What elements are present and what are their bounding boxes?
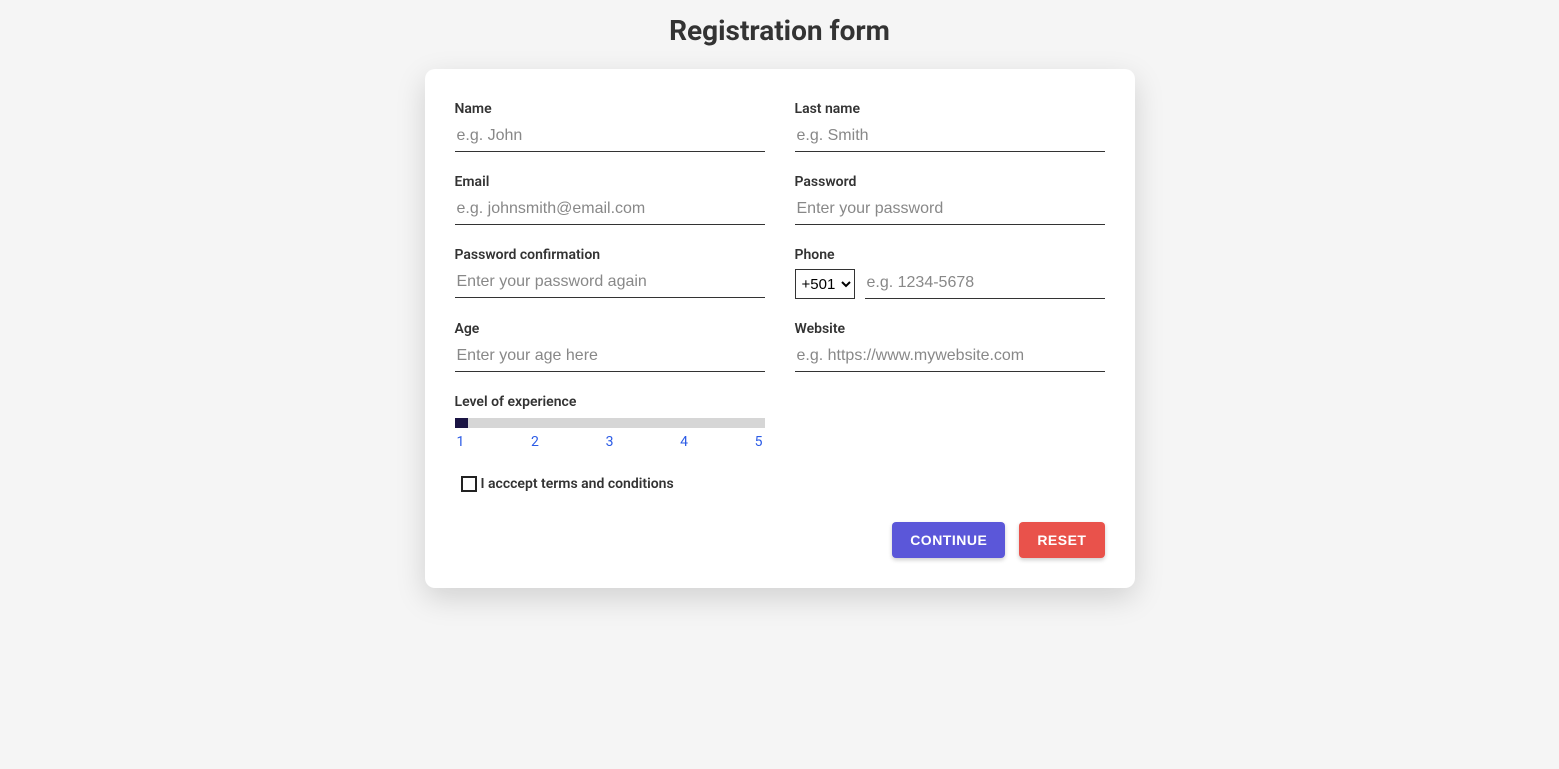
button-row: CONTINUE RESET [455,522,1105,558]
age-input[interactable] [455,343,765,372]
age-label: Age [455,321,765,337]
page-title: Registration form [0,0,1559,61]
experience-slider-labels: 1 2 3 4 5 [455,434,765,450]
terms-checkbox-row: I acccept terms and conditions [455,476,1105,492]
slider-tick: 5 [755,434,763,450]
password-label: Password [795,174,1105,190]
experience-label: Level of experience [455,394,765,410]
password-input[interactable] [795,196,1105,225]
website-input[interactable] [795,343,1105,372]
password-field-group: Password [795,174,1105,225]
terms-checkbox[interactable] [461,476,477,492]
experience-field-group: Level of experience 1 2 3 4 5 [455,394,765,450]
last-name-field-group: Last name [795,101,1105,152]
registration-form-card: Name Last name Email Password Password c… [425,69,1135,588]
password-confirm-field-group: Password confirmation [455,247,765,299]
email-label: Email [455,174,765,190]
name-label: Name [455,101,765,117]
password-confirm-label: Password confirmation [455,247,765,263]
slider-tick: 4 [680,434,688,450]
slider-tick: 2 [531,434,539,450]
phone-country-code-select[interactable]: +501 [795,269,855,299]
website-field-group: Website [795,321,1105,372]
continue-button[interactable]: CONTINUE [892,522,1005,558]
phone-number-input[interactable] [865,270,1105,299]
password-confirm-input[interactable] [455,269,765,298]
reset-button[interactable]: RESET [1019,522,1104,558]
website-label: Website [795,321,1105,337]
experience-slider[interactable] [455,418,765,428]
email-field-group: Email [455,174,765,225]
name-input[interactable] [455,123,765,152]
phone-label: Phone [795,247,1105,263]
slider-tick: 1 [457,434,465,450]
last-name-input[interactable] [795,123,1105,152]
phone-field-group: Phone +501 [795,247,1105,299]
last-name-label: Last name [795,101,1105,117]
slider-tick: 3 [606,434,614,450]
name-field-group: Name [455,101,765,152]
email-input[interactable] [455,196,765,225]
age-field-group: Age [455,321,765,372]
terms-label: I acccept terms and conditions [479,476,674,492]
experience-slider-thumb[interactable] [455,418,468,428]
